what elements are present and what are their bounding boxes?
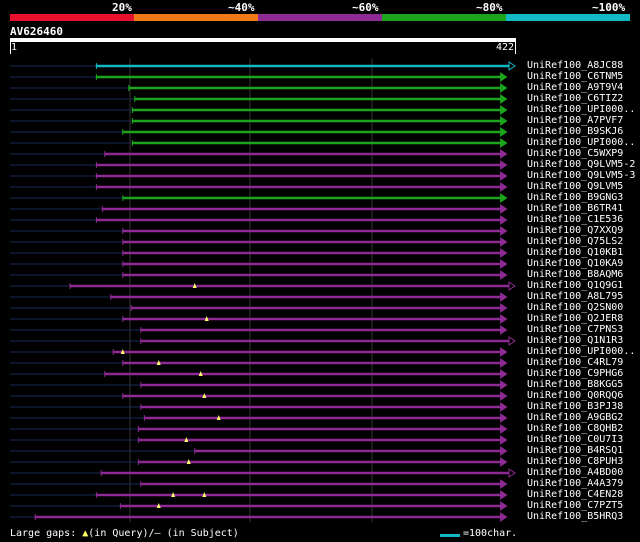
- hit-label[interactable]: UniRef100_C1E536: [527, 214, 623, 225]
- hit-label[interactable]: UniRef100_Q10KA9: [527, 258, 623, 269]
- hit-end-arrow: [500, 226, 508, 236]
- hit-label[interactable]: UniRef100_Q9LVM5-3: [527, 170, 635, 181]
- hit-end-arrow: [500, 424, 508, 434]
- hit-label[interactable]: UniRef100_A8L795: [527, 291, 623, 302]
- hit-end-arrow: [500, 501, 508, 511]
- hit-end-arrow: [500, 479, 508, 489]
- hit-end-arrow: [500, 391, 508, 401]
- hit-label[interactable]: UniRef100_Q1N1R3: [527, 335, 623, 346]
- hit-end-arrow: [500, 138, 508, 148]
- hit-label[interactable]: UniRef100_Q75LS2: [527, 236, 623, 247]
- hit-label[interactable]: UniRef100_UPI000..: [527, 137, 635, 148]
- hit-label[interactable]: UniRef100_Q7XXQ9: [527, 225, 623, 236]
- hit-label[interactable]: UniRef100_A4A379: [527, 478, 623, 489]
- hit-label[interactable]: UniRef100_B4RSQ1: [527, 445, 623, 456]
- hit-end-arrow: [500, 457, 508, 467]
- hit-label[interactable]: UniRef100_Q0RQQ6: [527, 390, 623, 401]
- hit-label[interactable]: UniRef100_A8JC88: [527, 60, 623, 71]
- hit-label[interactable]: UniRef100_Q10KB1: [527, 247, 623, 258]
- hit-label[interactable]: UniRef100_C6TNM5: [527, 71, 623, 82]
- hit-label[interactable]: UniRef100_B9GNG3: [527, 192, 623, 203]
- hit-end-arrow: [500, 72, 508, 82]
- hit-label[interactable]: UniRef100_A9GBG2: [527, 412, 623, 423]
- hit-end-arrow: [500, 94, 508, 104]
- hit-end-arrow: [500, 512, 508, 522]
- hit-label[interactable]: UniRef100_Q2JER8: [527, 313, 623, 324]
- hit-end-arrow: [500, 490, 508, 500]
- hit-end-arrow: [500, 259, 508, 269]
- hit-label[interactable]: UniRef100_UPI000..: [527, 346, 635, 357]
- hit-label[interactable]: UniRef100_A7PVF7: [527, 115, 623, 126]
- hit-label[interactable]: UniRef100_B6TR41: [527, 203, 623, 214]
- hit-end-arrow: [500, 204, 508, 214]
- hit-end-arrow: [508, 336, 516, 346]
- footer-legend: Large gaps: ▲(in Query)/– (in Subject): [10, 528, 239, 539]
- hit-label[interactable]: UniRef100_C4EN28: [527, 489, 623, 500]
- in-subject-label: (in Subject): [160, 528, 239, 539]
- hit-label[interactable]: UniRef100_UPI000..: [527, 104, 635, 115]
- hit-end-arrow: [500, 435, 508, 445]
- hit-label[interactable]: UniRef100_Q2SN00: [527, 302, 623, 313]
- hit-end-arrow: [500, 369, 508, 379]
- hit-label[interactable]: UniRef100_C7PNS3: [527, 324, 623, 335]
- hit-end-arrow: [500, 248, 508, 258]
- hit-end-arrow: [500, 270, 508, 280]
- hit-label[interactable]: UniRef100_B8KGG5: [527, 379, 623, 390]
- hit-end-arrow: [500, 413, 508, 423]
- hit-end-arrow: [500, 83, 508, 93]
- hit-end-arrow: [500, 182, 508, 192]
- hit-end-arrow: [508, 61, 516, 71]
- hit-end-arrow: [500, 380, 508, 390]
- large-gaps-label: Large gaps:: [10, 528, 83, 539]
- hit-label[interactable]: UniRef100_C9PHG6: [527, 368, 623, 379]
- hit-end-arrow: [500, 303, 508, 313]
- hit-label[interactable]: UniRef100_C5WXP9: [527, 148, 623, 159]
- hit-end-arrow: [500, 127, 508, 137]
- in-query-label: (in Query)/: [88, 528, 155, 539]
- hit-label[interactable]: UniRef100_B8AQM6: [527, 269, 623, 280]
- hit-end-arrow: [500, 237, 508, 247]
- hit-label[interactable]: UniRef100_B5HRQ3: [527, 511, 623, 522]
- hit-label[interactable]: UniRef100_C8PUH3: [527, 456, 623, 467]
- hit-label[interactable]: UniRef100_C7PZT5: [527, 500, 623, 511]
- hit-end-arrow: [508, 468, 516, 478]
- hit-end-arrow: [500, 358, 508, 368]
- hit-end-arrow: [508, 281, 516, 291]
- hit-label[interactable]: UniRef100_C6TIZ2: [527, 93, 623, 104]
- hit-end-arrow: [500, 446, 508, 456]
- hit-label[interactable]: UniRef100_Q9LVM5-2: [527, 159, 635, 170]
- hit-label[interactable]: UniRef100_B3PJ38: [527, 401, 623, 412]
- hit-end-arrow: [500, 105, 508, 115]
- hit-label[interactable]: UniRef100_A9T9V4: [527, 82, 623, 93]
- hit-end-arrow: [500, 116, 508, 126]
- hit-end-arrow: [500, 402, 508, 412]
- hit-end-arrow: [500, 193, 508, 203]
- hit-label[interactable]: UniRef100_A4BD00: [527, 467, 623, 478]
- hit-end-arrow: [500, 347, 508, 357]
- hit-label[interactable]: UniRef100_Q1Q9G1: [527, 280, 623, 291]
- hit-end-arrow: [500, 215, 508, 225]
- hit-end-arrow: [500, 160, 508, 170]
- hit-end-arrow: [500, 325, 508, 335]
- hit-label[interactable]: UniRef100_B9SKJ6: [527, 126, 623, 137]
- hit-label[interactable]: UniRef100_C4RL79: [527, 357, 623, 368]
- hit-end-arrow: [500, 149, 508, 159]
- hit-label[interactable]: UniRef100_C0U7I3: [527, 434, 623, 445]
- hit-label[interactable]: UniRef100_C8QHB2: [527, 423, 623, 434]
- hit-end-arrow: [500, 314, 508, 324]
- hit-end-arrow: [500, 171, 508, 181]
- hit-end-arrow: [500, 292, 508, 302]
- hit-label[interactable]: UniRef100_Q9LVM5: [527, 181, 623, 192]
- legend-scale-text: =100char.: [463, 528, 518, 539]
- legend-swatch: [440, 534, 460, 537]
